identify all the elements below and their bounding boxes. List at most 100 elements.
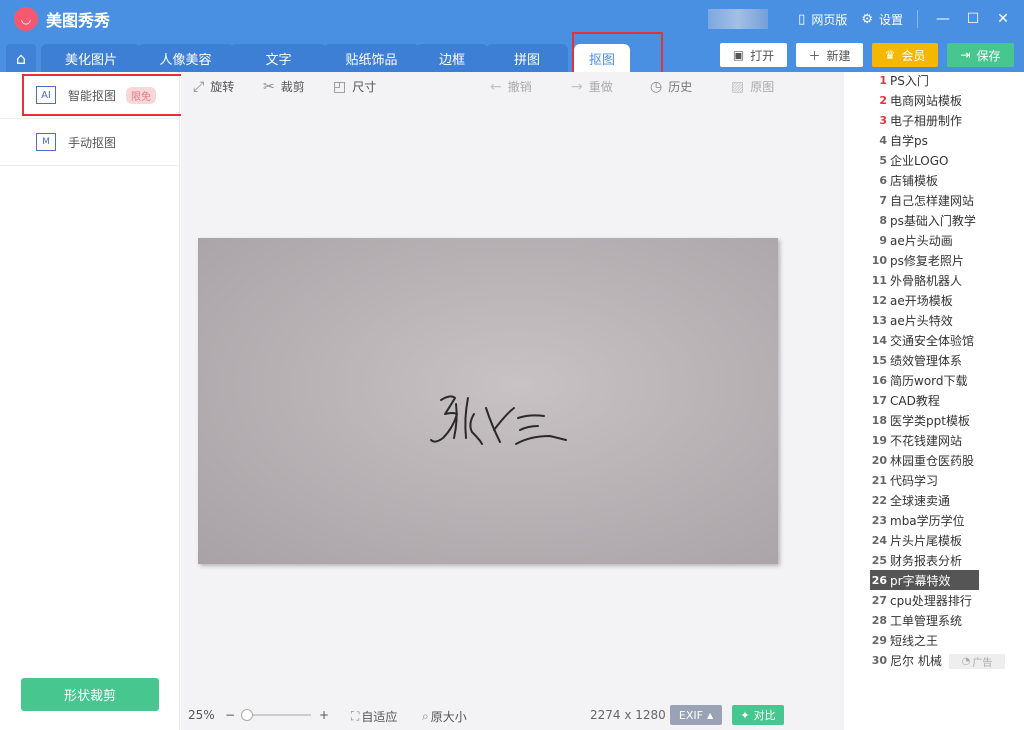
trending-item[interactable]: 14 交通安全体验馆: [870, 330, 980, 350]
trending-item[interactable]: 29 短线之王: [870, 630, 980, 650]
zoom-in-icon[interactable]: +: [319, 708, 329, 722]
trending-text: 不花钱建网站: [890, 433, 963, 448]
web-version-button[interactable]: ▯ 网页版: [798, 11, 847, 28]
trending-rank: 1: [879, 73, 887, 87]
phone-icon: ▯: [798, 11, 806, 27]
maximize-icon[interactable]: ☐: [958, 11, 988, 27]
trending-text: 林园重仓医药股: [890, 453, 975, 468]
manual-cutout-item[interactable]: M 手动抠图: [0, 119, 179, 166]
zoom-out-icon[interactable]: −: [225, 708, 235, 722]
undo-button[interactable]: ← 撤销: [490, 78, 532, 95]
trending-rank: 23: [871, 513, 887, 527]
size-button[interactable]: ◰ 尺寸: [333, 78, 376, 95]
trending-rank: 8: [879, 213, 887, 227]
trending-item[interactable]: 5 企业LOGO: [870, 150, 980, 170]
tab-portrait[interactable]: 人像美容: [137, 44, 234, 72]
trending-rank: 10: [871, 253, 887, 267]
manual-cutout-label: 手动抠图: [68, 135, 117, 150]
divider: [917, 10, 918, 28]
trending-rank: 12: [871, 293, 887, 307]
save-button[interactable]: ⇥ 保存: [947, 43, 1014, 67]
trending-item[interactable]: 13 ae片头特效: [870, 310, 980, 330]
photo-canvas[interactable]: 张三: [198, 238, 778, 564]
trending-item[interactable]: 18 医学类ppt模板: [870, 410, 980, 430]
new-button[interactable]: ＋新建: [796, 43, 863, 67]
trending-rank: 20: [871, 453, 887, 467]
trending-text: CAD教程: [890, 393, 940, 408]
trending-item[interactable]: 28 工单管理系统: [870, 610, 980, 630]
minimize-icon[interactable]: —: [928, 11, 958, 27]
trending-text: PS入门: [890, 73, 929, 88]
trending-item[interactable]: 6 店铺模板: [870, 170, 980, 190]
trending-item[interactable]: 25 财务报表分析: [870, 550, 980, 570]
trending-rank: 21: [871, 473, 887, 487]
gear-icon: ⚙: [861, 11, 873, 27]
open-button[interactable]: ▣ 打开: [720, 43, 787, 67]
trending-item[interactable]: 10 ps修复老照片: [870, 250, 980, 270]
resize-icon: ◰: [333, 78, 347, 95]
trending-rank: 26: [871, 573, 887, 587]
trending-item[interactable]: 11 外骨骼机器人: [870, 270, 980, 290]
history-button[interactable]: ◷ 历史: [650, 78, 692, 95]
tab-border[interactable]: 边框: [416, 44, 488, 72]
tab-text[interactable]: 文字: [230, 44, 327, 72]
tab-collage[interactable]: 拼图: [486, 44, 568, 72]
trending-text: 外骨骼机器人: [890, 273, 963, 288]
crop-button[interactable]: ✂ 裁剪: [263, 78, 305, 95]
trending-rank: 17: [871, 393, 887, 407]
trending-item[interactable]: 27 cpu处理器排行: [870, 590, 980, 610]
vip-button[interactable]: ♛ 会员: [872, 43, 938, 67]
actual-size-button[interactable]: ⌕ 原大小: [422, 708, 467, 725]
trending-item[interactable]: 20 林园重仓医药股: [870, 450, 980, 470]
trending-text: 简历word下载: [890, 373, 968, 388]
trending-item[interactable]: 4 自学ps: [870, 130, 980, 150]
ad-label[interactable]: ◔ 广告: [949, 654, 1005, 669]
trending-item[interactable]: 17 CAD教程: [870, 390, 980, 410]
trending-item[interactable]: 2 电商网站模板: [870, 90, 980, 110]
home-icon[interactable]: ⌂: [6, 44, 36, 72]
trending-item[interactable]: 7 自己怎样建网站: [870, 190, 980, 210]
settings-button[interactable]: ⚙ 设置: [861, 11, 903, 28]
trending-item[interactable]: 8 ps基础入门教学: [870, 210, 980, 230]
trending-item[interactable]: 21 代码学习: [870, 470, 980, 490]
image-icon: ▨: [731, 78, 745, 95]
trending-item[interactable]: 24 片头片尾模板: [870, 530, 980, 550]
fit-button[interactable]: ⛶ 自适应: [351, 708, 397, 725]
trending-item[interactable]: 19 不花钱建网站: [870, 430, 980, 450]
user-avatar-blurred[interactable]: [708, 9, 769, 29]
tab-stickers[interactable]: 贴纸饰品: [323, 44, 420, 72]
trending-rank: 27: [871, 593, 887, 607]
trending-rank: 30: [871, 653, 887, 667]
close-icon[interactable]: ✕: [988, 11, 1018, 27]
trending-item[interactable]: 1 PS入门: [870, 70, 980, 90]
image-icon: ▣: [732, 48, 745, 62]
redo-button[interactable]: → 重做: [571, 78, 613, 95]
trending-rank: 5: [879, 153, 887, 167]
status-bar: 25% − + ⛶ 自适应 ⌕ 原大小 2274 x 1280 EXIF ▲ ✦ 对比: [181, 702, 844, 728]
smart-cutout-highlight: [22, 74, 190, 116]
compare-button[interactable]: ✦ 对比: [732, 705, 784, 725]
original-button[interactable]: ▨ 原图: [731, 78, 774, 95]
trending-rank: 25: [871, 553, 887, 567]
trending-item[interactable]: 22 全球速卖通: [870, 490, 980, 510]
rotate-button[interactable]: ⤢ 旋转: [193, 78, 234, 95]
zoom-slider-knob[interactable]: [241, 709, 253, 721]
shape-crop-button[interactable]: 形状裁剪: [21, 678, 159, 711]
zoom-slider-track[interactable]: [245, 714, 311, 716]
trending-item[interactable]: 12 ae开场模板: [870, 290, 980, 310]
tab-beautify[interactable]: 美化图片: [41, 44, 141, 72]
trending-item[interactable]: 26 pr字幕特效: [870, 570, 979, 590]
trending-item[interactable]: 16 简历word下载: [870, 370, 980, 390]
trending-rank: 28: [871, 613, 887, 627]
trending-item[interactable]: 15 绩效管理体系: [870, 350, 980, 370]
plus-icon: ＋: [808, 48, 821, 63]
ad-icon: ◔: [961, 656, 971, 667]
trending-item[interactable]: 9 ae片头动画: [870, 230, 980, 250]
trending-item[interactable]: 23 mba学历学位: [870, 510, 980, 530]
exif-button[interactable]: EXIF ▲: [670, 705, 722, 725]
crown-icon: ♛: [884, 48, 896, 62]
undo-arrow-icon: ←: [490, 78, 502, 95]
trending-text: 片头片尾模板: [890, 533, 963, 548]
trending-item[interactable]: 3 电子相册制作: [870, 110, 980, 130]
trending-rank: 3: [879, 113, 887, 127]
